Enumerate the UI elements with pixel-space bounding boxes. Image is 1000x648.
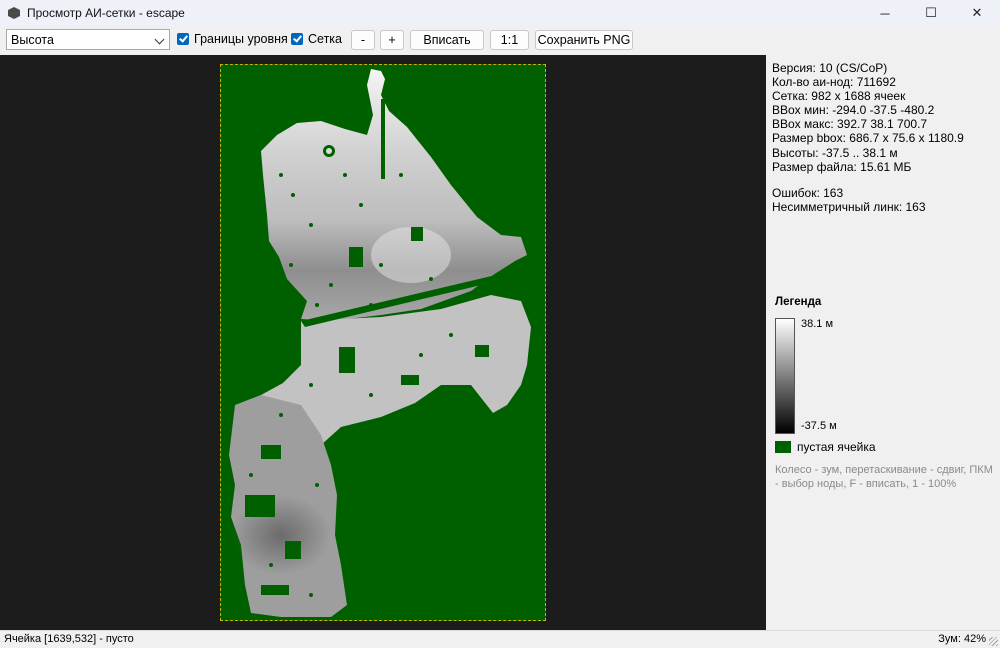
status-bar: Ячейка [1639,532] - пусто Зум: 42% <box>0 630 1000 648</box>
help-text: Колесо - зум, перетаскивание - сдвиг, ПК… <box>775 464 993 490</box>
empty-cell-label: пустая ячейка <box>797 440 876 454</box>
level-bounds-checkbox[interactable]: Границы уровня <box>177 32 288 46</box>
info-panel: Версия: 10 (CS/CoP) Кол-во аи-нод: 71169… <box>766 55 1000 630</box>
height-gradient-bar <box>775 318 795 434</box>
zoom-status: Зум: 42% <box>938 633 986 645</box>
legend-title: Легенда <box>775 296 822 308</box>
ai-nodes-text: Кол-во аи-нод: 711692 <box>772 75 896 90</box>
version-text: Версия: 10 (CS/CoP) <box>772 61 888 75</box>
chevron-down-icon <box>154 34 165 45</box>
legend-max-label: 38.1 м <box>801 318 834 330</box>
zoom-in-button[interactable]: + <box>380 30 404 50</box>
display-mode-value: Высота <box>11 32 54 47</box>
one-to-one-button[interactable]: 1:1 <box>490 30 529 50</box>
bbox-size-text: Размер bbox: 686.7 x 75.6 x 1180.9 <box>772 131 964 146</box>
errors-text: Ошибок: 163 <box>772 185 844 200</box>
checkbox-checked-icon <box>291 33 303 45</box>
zoom-out-button[interactable]: - <box>351 30 375 50</box>
empty-cell-swatch <box>775 441 791 453</box>
window-title: Просмотр АИ-сетки - escape <box>27 6 185 20</box>
toolbar: Высота Границы уровня Сетка - + Вписать … <box>0 26 1000 55</box>
app-icon <box>8 7 20 19</box>
grid-checkbox[interactable]: Сетка <box>291 32 342 46</box>
heights-text: Высоты: -37.5 .. 38.1 м <box>772 145 898 160</box>
title-bar: Просмотр АИ-сетки - escape ─ ☐ ✕ <box>0 0 1000 26</box>
navmesh-heightmap <box>229 69 531 617</box>
mesh-info: Версия: 10 (CS/CoP) Кол-во аи-нод: 71169… <box>772 61 964 214</box>
map-viewport[interactable] <box>0 55 766 630</box>
save-png-button[interactable]: Сохранить PNG <box>535 30 633 50</box>
cell-info-status: Ячейка [1639,532] - пусто <box>4 633 134 645</box>
file-size-text: Размер файла: 15.61 МБ <box>772 159 912 174</box>
asym-links-text: Несимметричный линк: 163 <box>772 199 926 214</box>
checkbox-checked-icon <box>177 33 189 45</box>
grid-size-text: Сетка: 982 x 1688 ячеек <box>772 89 906 104</box>
resize-grip-icon[interactable] <box>989 637 998 646</box>
fit-button[interactable]: Вписать <box>410 30 484 50</box>
legend-min-label: -37.5 м <box>801 420 837 432</box>
bbox-min-text: BBox мин: -294.0 -37.5 -480.2 <box>772 103 935 118</box>
window-controls: ─ ☐ ✕ <box>862 0 1000 26</box>
navmesh-map[interactable] <box>220 64 546 621</box>
minimize-button[interactable]: ─ <box>862 0 908 26</box>
close-button[interactable]: ✕ <box>954 0 1000 26</box>
display-mode-select[interactable]: Высота <box>6 29 170 50</box>
maximize-button[interactable]: ☐ <box>908 0 954 26</box>
grid-label: Сетка <box>308 32 342 46</box>
level-bounds-label: Границы уровня <box>194 32 288 46</box>
bbox-max-text: BBox макс: 392.7 38.1 700.7 <box>772 117 928 132</box>
